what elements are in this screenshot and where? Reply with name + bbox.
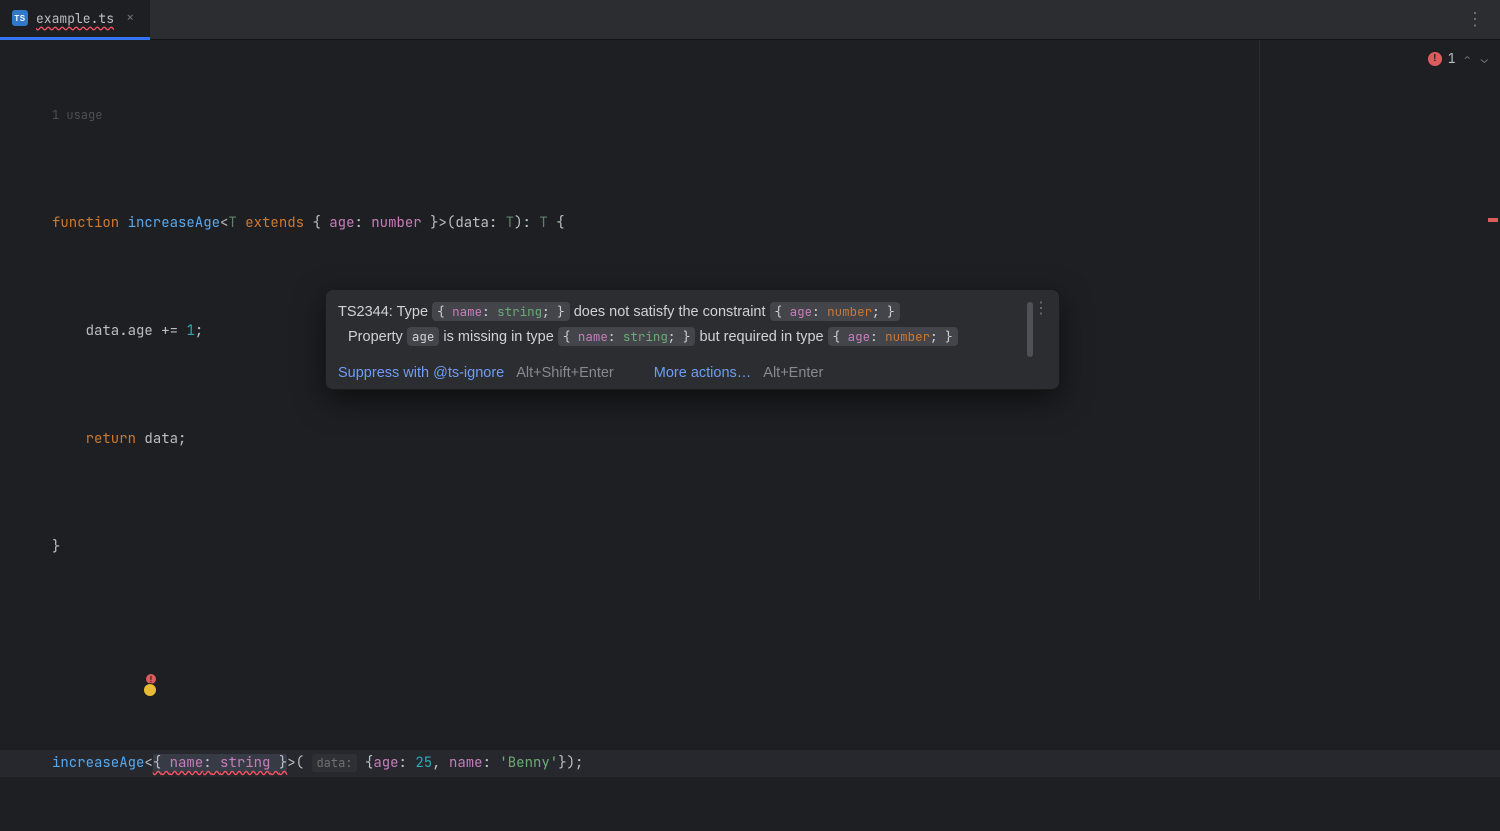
editor-main[interactable]: 1 usage function increaseAge<T extends {… <box>0 40 1260 600</box>
code-line[interactable]: function increaseAge<T extends { age: nu… <box>52 210 1259 237</box>
tab-bar-more-button[interactable]: ⋮ <box>1450 8 1500 31</box>
editor-right-panel: ! 1 ⌃ ⌄ <box>1260 40 1500 600</box>
code-line-error[interactable]: increaseAge<{ name: string }>( data: {ag… <box>52 750 1259 777</box>
code-snippet: { name: string; } <box>558 327 696 346</box>
tab-filename: example.ts <box>36 10 114 27</box>
inlay-usage-hint[interactable]: 1 usage <box>52 102 1259 129</box>
code-snippet: { age: number; } <box>770 302 900 321</box>
light-bulb-icon <box>144 684 156 696</box>
code-area[interactable]: 1 usage function increaseAge<T extends {… <box>0 48 1259 831</box>
code-snippet: { age: number; } <box>828 327 958 346</box>
error-count: 1 <box>1448 50 1456 67</box>
typescript-file-icon: TS <box>12 10 28 26</box>
tooltip-actions: Suppress with @ts-ignore Alt+Shift+Enter… <box>338 365 1017 381</box>
inspection-widget[interactable]: ! 1 ⌃ ⌄ <box>1428 50 1490 67</box>
close-tab-button[interactable]: × <box>122 9 138 27</box>
editor: 1 usage function increaseAge<T extends {… <box>0 40 1500 600</box>
tab-active[interactable]: TS example.ts × <box>0 0 150 40</box>
code-snippet: { name: string; } <box>432 302 570 321</box>
next-highlight-button[interactable]: ⌄ <box>1479 51 1490 67</box>
code-line[interactable]: } <box>52 534 1259 561</box>
suppress-ts-ignore-link[interactable]: Suppress with @ts-ignore <box>338 365 504 381</box>
prev-highlight-button[interactable]: ⌃ <box>1462 51 1473 67</box>
error-tooltip: ⋮ TS2344: Type { name: string; } does no… <box>325 289 1060 390</box>
code-line[interactable]: return data; <box>52 426 1259 453</box>
code-line-blank[interactable]: ! <box>52 642 1259 669</box>
tooltip-more-button[interactable]: ⋮ <box>1033 298 1049 318</box>
shortcut-hint: Alt+Shift+Enter <box>516 365 614 381</box>
error-badge-icon: ! <box>146 674 156 684</box>
shortcut-hint: Alt+Enter <box>763 365 823 381</box>
intention-bulb[interactable]: ! <box>60 645 78 663</box>
code-snippet: age <box>407 327 440 346</box>
tab-bar: TS example.ts × ⋮ <box>0 0 1500 40</box>
more-actions-link[interactable]: More actions… <box>654 365 752 381</box>
error-stripe-mark[interactable] <box>1488 218 1498 222</box>
error-icon: ! <box>1428 52 1442 66</box>
tooltip-scrollbar[interactable] <box>1027 302 1033 357</box>
tooltip-message: TS2344: Type { name: string; } does not … <box>338 300 1017 351</box>
inlay-param-hint: data: <box>312 754 356 772</box>
